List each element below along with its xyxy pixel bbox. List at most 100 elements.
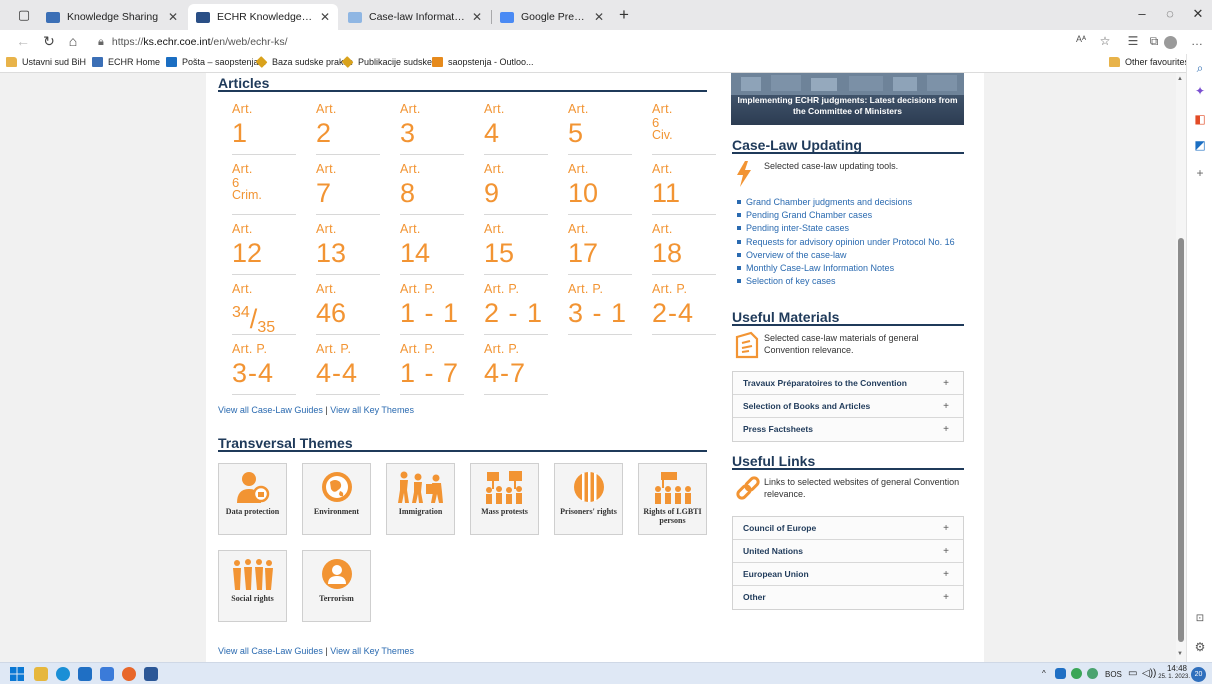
close-icon[interactable]: ✕ [594,10,604,24]
article-link[interactable]: Art. P. 1 - 7 [400,343,464,395]
expand-icon[interactable]: + [943,372,949,395]
article-link[interactable]: Art. 13 [316,223,380,275]
expand-icon[interactable]: + [943,418,949,441]
article-link[interactable]: Art. 4 [484,103,548,155]
read-aloud-icon[interactable]: Aᴬ [1072,34,1090,44]
article-link[interactable]: Art. P. 3-4 [232,343,296,395]
view-all-guides-link[interactable]: View all Case-Law Guides [218,405,323,415]
article-link[interactable]: Art. P. 4-7 [484,343,548,395]
expand-icon[interactable]: + [943,540,949,563]
theme-immigration[interactable]: Immigration [386,463,455,535]
outlook-tray-icon[interactable] [1055,668,1066,679]
sidebar-toggle-icon[interactable]: ⊡ [1193,612,1207,626]
home-icon[interactable]: ⌂ [64,33,82,49]
minimize-icon[interactable]: – [1130,6,1154,21]
view-all-guides-link[interactable]: View all Case-Law Guides [218,646,323,656]
view-all-themes-link[interactable]: View all Key Themes [330,405,414,415]
clock[interactable]: 14:48 [1163,664,1187,673]
discover-icon[interactable]: ✦ [1193,84,1207,98]
expand-icon[interactable]: + [943,395,949,418]
restore-icon[interactable]: ◌ [1158,6,1182,21]
caselaw-link[interactable]: Pending inter-State cases [736,222,955,235]
more-options-icon[interactable]: … [1188,34,1206,48]
theme-lgbti-rights[interactable]: Rights of LGBTI persons [638,463,707,535]
tab-knowledge-sharing[interactable]: Knowledge Sharing ✕ [38,4,186,30]
caselaw-link[interactable]: Requests for advisory opinion under Prot… [736,236,955,249]
back-icon[interactable]: ← [14,33,32,49]
article-link[interactable]: Art. 6 Civ. [652,103,716,155]
search-icon[interactable]: ⌕ [1193,61,1207,75]
article-link[interactable]: Art. P. 2-4 [652,283,716,335]
close-window-icon[interactable]: ✕ [1186,6,1210,22]
new-tab-icon[interactable]: + [614,5,634,25]
article-link[interactable]: Art. 5 [568,103,632,155]
accordion-item-european-union[interactable]: European Union + [733,563,963,586]
view-all-themes-link[interactable]: View all Key Themes [330,646,414,656]
store-icon[interactable] [100,667,114,681]
profile-avatar[interactable] [1164,36,1177,49]
scrollbar-thumb[interactable] [1178,238,1184,642]
language-indicator[interactable]: BOS [1105,670,1122,679]
favourites-icon[interactable]: ☰ [1124,34,1142,48]
article-link[interactable]: Art. 11 [652,163,716,215]
word-icon[interactable] [144,667,158,681]
tab-actions-icon[interactable]: ▢ [14,5,34,25]
network-icon[interactable]: ▭ [1128,668,1137,679]
article-link[interactable]: Art. 8 [400,163,464,215]
favourite-saopstenja-outlook[interactable]: saopstenja - Outloo... [432,57,534,67]
outlook-icon[interactable]: ◩ [1193,138,1207,152]
page-scrollbar[interactable]: ▲ ▼ [1176,73,1186,662]
favourite-posta[interactable]: Pošta – saopstenja... [166,57,266,67]
committee-of-ministers-banner[interactable]: Implementing ECHR judgments: Latest deci… [731,73,964,125]
article-link[interactable]: Art. 1 [232,103,296,155]
other-favourites[interactable]: Other favourites [1109,57,1189,67]
article-link[interactable]: Art. 9 [484,163,548,215]
theme-data-protection[interactable]: Data protection [218,463,287,535]
outlook-icon[interactable] [78,667,92,681]
settings-icon[interactable]: ⚙ [1193,640,1207,654]
scroll-down-icon[interactable]: ▼ [1177,651,1183,657]
caselaw-link[interactable]: Pending Grand Chamber cases [736,209,955,222]
article-link[interactable]: Art. 6 Crim. [232,163,296,215]
article-link[interactable]: Art. P. 1 - 1 [400,283,464,335]
article-link[interactable]: Art. 15 [484,223,548,275]
tab-case-law-information-note[interactable]: Case-law Information Note ✕ [340,4,490,30]
theme-environment[interactable]: Environment [302,463,371,535]
favourite-ustavni-sud[interactable]: Ustavni sud BiH [6,57,86,67]
add-favourite-icon[interactable]: ☆ [1096,34,1114,48]
accordion-item-other[interactable]: Other + [733,586,963,609]
collections-icon[interactable]: ⧉ [1145,34,1163,49]
file-explorer-icon[interactable] [34,667,48,681]
article-link[interactable]: Art. 46 [316,283,380,335]
article-link[interactable]: Art. 14 [400,223,464,275]
article-link[interactable]: Art. P. 3 - 1 [568,283,632,335]
tab-google-prevoditelj[interactable]: Google Prevoditelj ✕ [492,4,612,30]
add-icon[interactable]: + [1193,166,1207,180]
windows-start-icon[interactable] [10,667,24,681]
caselaw-link[interactable]: Grand Chamber judgments and decisions [736,196,955,209]
theme-mass-protests[interactable]: Mass protests [470,463,539,535]
article-link[interactable]: Art. 3 [400,103,464,155]
expand-icon[interactable]: + [943,563,949,586]
lock-icon[interactable]: 🔒︎ [98,36,104,49]
accordion-item-united-nations[interactable]: United Nations + [733,540,963,563]
accordion-item-books[interactable]: Selection of Books and Articles + [733,395,963,418]
url-field[interactable]: 🔒︎ https:// ks.echr.coe.int /en/web/echr… [98,32,288,52]
caselaw-link[interactable]: Selection of key cases [736,275,955,288]
article-link[interactable]: Art. 34/35 [232,283,296,336]
accordion-item-travaux[interactable]: Travaux Préparatoires to the Convention + [733,372,963,395]
close-icon[interactable]: ✕ [320,10,330,24]
accordion-item-press[interactable]: Press Factsheets + [733,418,963,441]
article-link[interactable]: Art. 18 [652,223,716,275]
close-icon[interactable]: ✕ [168,10,178,24]
caselaw-link[interactable]: Overview of the case-law [736,249,955,262]
favourite-publikacije[interactable]: Publikacije sudske... [341,56,440,68]
theme-social-rights[interactable]: Social rights [218,550,287,622]
edge-icon[interactable] [56,667,70,681]
notification-badge[interactable]: 20 [1191,667,1206,682]
expand-icon[interactable]: + [943,517,949,540]
article-link[interactable]: Art. 2 [316,103,380,155]
article-link[interactable]: Art. 17 [568,223,632,275]
article-link[interactable]: Art. 12 [232,223,296,275]
caselaw-link[interactable]: Monthly Case-Law Information Notes [736,262,955,275]
